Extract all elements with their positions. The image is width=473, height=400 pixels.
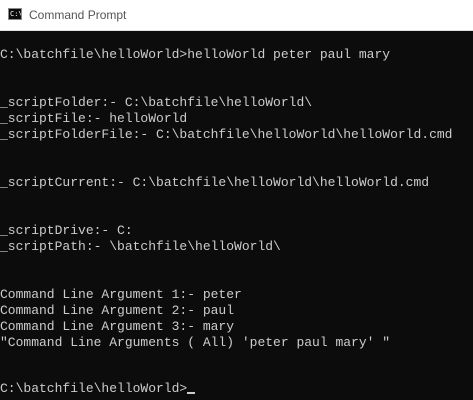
command-line: C:\batchfile\helloWorld>helloWorld peter… <box>0 47 391 62</box>
text-cursor <box>187 392 196 394</box>
argument-2-line: Command Line Argument 2:- paul <box>0 303 235 318</box>
console-output[interactable]: C:\batchfile\helloWorld>helloWorld peter… <box>0 31 473 400</box>
window-title: Command Prompt <box>29 8 127 22</box>
script-current-line: _scriptCurrent:- C:\batchfile\helloWorld… <box>0 175 430 190</box>
script-drive-line: _scriptDrive:- C: <box>0 223 133 238</box>
script-folder-line: _scriptFolder:- C:\batchfile\helloWorld\ <box>0 95 313 110</box>
prompt-line[interactable]: C:\batchfile\helloWorld> <box>0 381 196 397</box>
title-bar[interactable]: C:\_ Command Prompt <box>0 0 473 31</box>
script-folder-file-line: _scriptFolderFile:- C:\batchfile\helloWo… <box>0 127 453 142</box>
command-prompt-window: C:\_ Command Prompt C:\batchfile\helloWo… <box>0 0 473 400</box>
argument-1-line: Command Line Argument 1:- peter <box>0 287 242 302</box>
prompt-text: C:\batchfile\helloWorld> <box>0 381 188 396</box>
script-path-line: _scriptPath:- \batchfile\helloWorld\ <box>0 239 281 254</box>
command-prompt-icon: C:\_ <box>8 8 22 20</box>
all-arguments-line: "Command Line Arguments ( All) 'peter pa… <box>0 335 391 350</box>
script-file-line: _scriptFile:- helloWorld <box>0 111 188 126</box>
argument-3-line: Command Line Argument 3:- mary <box>0 319 235 334</box>
